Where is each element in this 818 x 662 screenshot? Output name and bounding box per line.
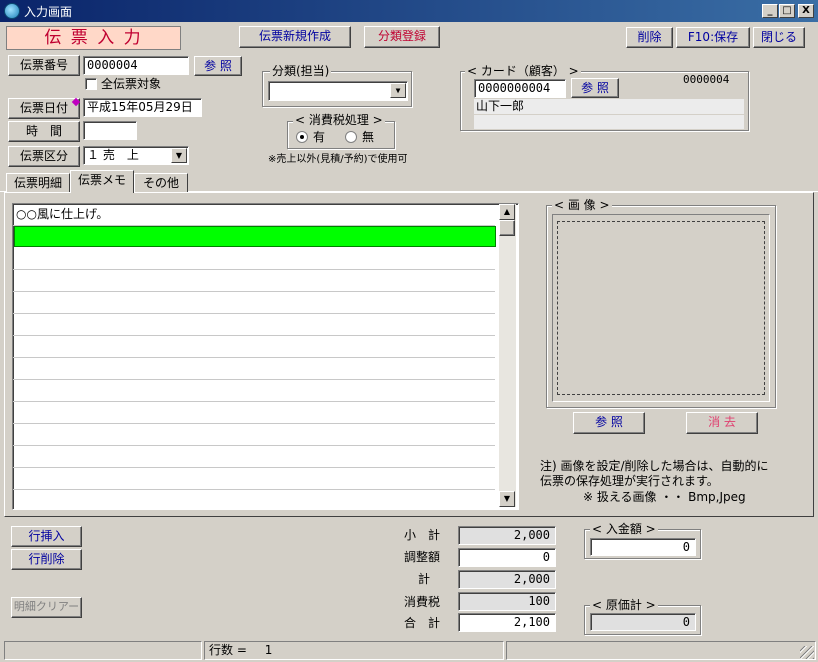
rows-label: 行数 = [209,643,247,657]
close-button[interactable]: 閉じる [753,27,805,48]
slip-type-value: １ 売 上 [87,148,139,162]
slip-type-label: 伝票区分 [8,146,80,167]
clear-detail-button[interactable]: 明細クリアー [11,597,82,618]
slip-ref-button[interactable]: 参 照 [194,56,242,76]
status-rows: 行数 = 1 [204,641,504,660]
tax-amount-label: 消費税 [404,595,441,609]
memo-line[interactable] [13,402,495,424]
category-title: 分類(担当) [270,64,332,78]
save-button[interactable]: F10:保存 [676,27,750,48]
total-value: 2,000 [458,570,556,589]
new-slip-button[interactable]: 伝票新規作成 [239,26,351,48]
grand-total-label: 合 計 [404,616,441,630]
tax-no-label: 無 [362,130,375,144]
minimize-button[interactable]: _ [762,4,778,18]
time-field[interactable] [83,121,137,140]
tab-memo[interactable]: 伝票メモ [70,170,134,193]
image-placeholder [557,221,765,395]
adjust-field[interactable]: 0 [458,548,556,567]
memo-line[interactable] [13,446,495,468]
image-note-3: ※ 扱える画像 ・・ Bmp,Jpeg [583,490,746,504]
cost-title: < 原価計 > [590,598,658,612]
memo-line-selected[interactable] [14,226,496,247]
slip-number-field[interactable]: 0000004 [83,56,189,75]
card-number-field[interactable]: 0000000004 [474,79,566,98]
total-label: 計 [418,572,431,586]
title-bar: 入力画面 _ □ X [0,0,818,22]
scroll-up-icon[interactable]: ▲ [499,204,515,220]
memo-line[interactable] [13,358,495,380]
memo-line[interactable]: ○○風に仕上げ。 [13,204,495,226]
tab-other[interactable]: その他 [134,173,188,193]
status-cell-right [506,641,816,660]
customer-code: 0000004 [683,73,730,86]
delete-button[interactable]: 削除 [626,27,673,48]
adjust-label: 調整額 [404,550,441,564]
image-note-2: 伝票の保存処理が実行されます。 [540,474,719,488]
all-slips-checkbox[interactable] [85,78,97,90]
category-select[interactable]: ▼ [268,81,408,101]
rows-value: 1 [264,643,273,657]
tax-no-radio[interactable] [345,131,357,143]
slip-number-label: 伝票番号 [8,55,80,76]
grand-total-value: 2,100 [458,613,556,632]
memo-line[interactable] [13,314,495,336]
maximize-button[interactable]: □ [779,4,795,18]
status-cell-left [4,641,202,660]
subtotal-label: 小 計 [404,528,441,542]
customer-name: 山下一郎 [474,99,744,114]
tax-amount-value: 100 [458,592,556,611]
tax-yes-label: 有 [313,130,326,144]
deposit-title: < 入金額 > [590,522,658,536]
memo-line[interactable] [13,248,495,270]
subtotal-value: 2,000 [458,526,556,545]
cost-value: 0 [590,613,696,631]
chevron-down-icon[interactable]: ▼ [171,148,187,163]
memo-line[interactable] [13,292,495,314]
category-register-button[interactable]: 分類登録 [364,26,440,48]
customer-extra [474,115,744,129]
deposit-field[interactable]: 0 [590,538,696,556]
delete-row-button[interactable]: 行削除 [11,549,82,570]
card-title: < カード（顧客） > [465,64,581,78]
memo-scrollbar[interactable]: ▲ ▼ [499,204,516,507]
card-ref-button[interactable]: 参 照 [571,78,619,98]
tax-note: ※売上以外(見積/予約)で使用可 [268,154,408,165]
scroll-thumb[interactable] [499,220,515,236]
insert-row-button[interactable]: 行挿入 [11,526,82,547]
image-clear-button[interactable]: 消 去 [686,412,758,434]
image-frame[interactable] [552,214,770,402]
form-title: 伝 票 入 力 [6,26,181,50]
tax-yes-radio[interactable] [296,131,308,143]
image-note-1: 注) 画像を設定/削除した場合は、自動的に [540,459,769,473]
resize-grip-icon[interactable] [800,646,814,659]
close-window-button[interactable]: X [798,4,814,18]
image-ref-button[interactable]: 参 照 [573,412,645,434]
memo-line[interactable] [13,424,495,446]
memo-list[interactable]: ○○風に仕上げ。 ▲ ▼ [12,203,519,510]
memo-line[interactable] [13,468,495,490]
slip-date-label: 伝票日付 [8,98,80,119]
image-title: < 画 像 > [552,198,612,212]
time-label: 時 間 [8,121,80,142]
tax-title: < 消費税処理 > [293,113,385,127]
scroll-down-icon[interactable]: ▼ [499,491,515,507]
memo-line[interactable] [13,336,495,358]
app-icon [4,3,20,19]
chevron-down-icon[interactable]: ▼ [390,83,406,98]
slip-date-field[interactable]: 平成15年05月29日 [83,98,202,117]
memo-line[interactable] [13,380,495,402]
tab-detail[interactable]: 伝票明細 [6,173,70,193]
all-slips-label: 全伝票対象 [101,77,162,91]
window-title: 入力画面 [24,5,73,19]
memo-line[interactable] [13,270,495,292]
slip-type-select[interactable]: １ 売 上 ▼ [83,146,189,165]
